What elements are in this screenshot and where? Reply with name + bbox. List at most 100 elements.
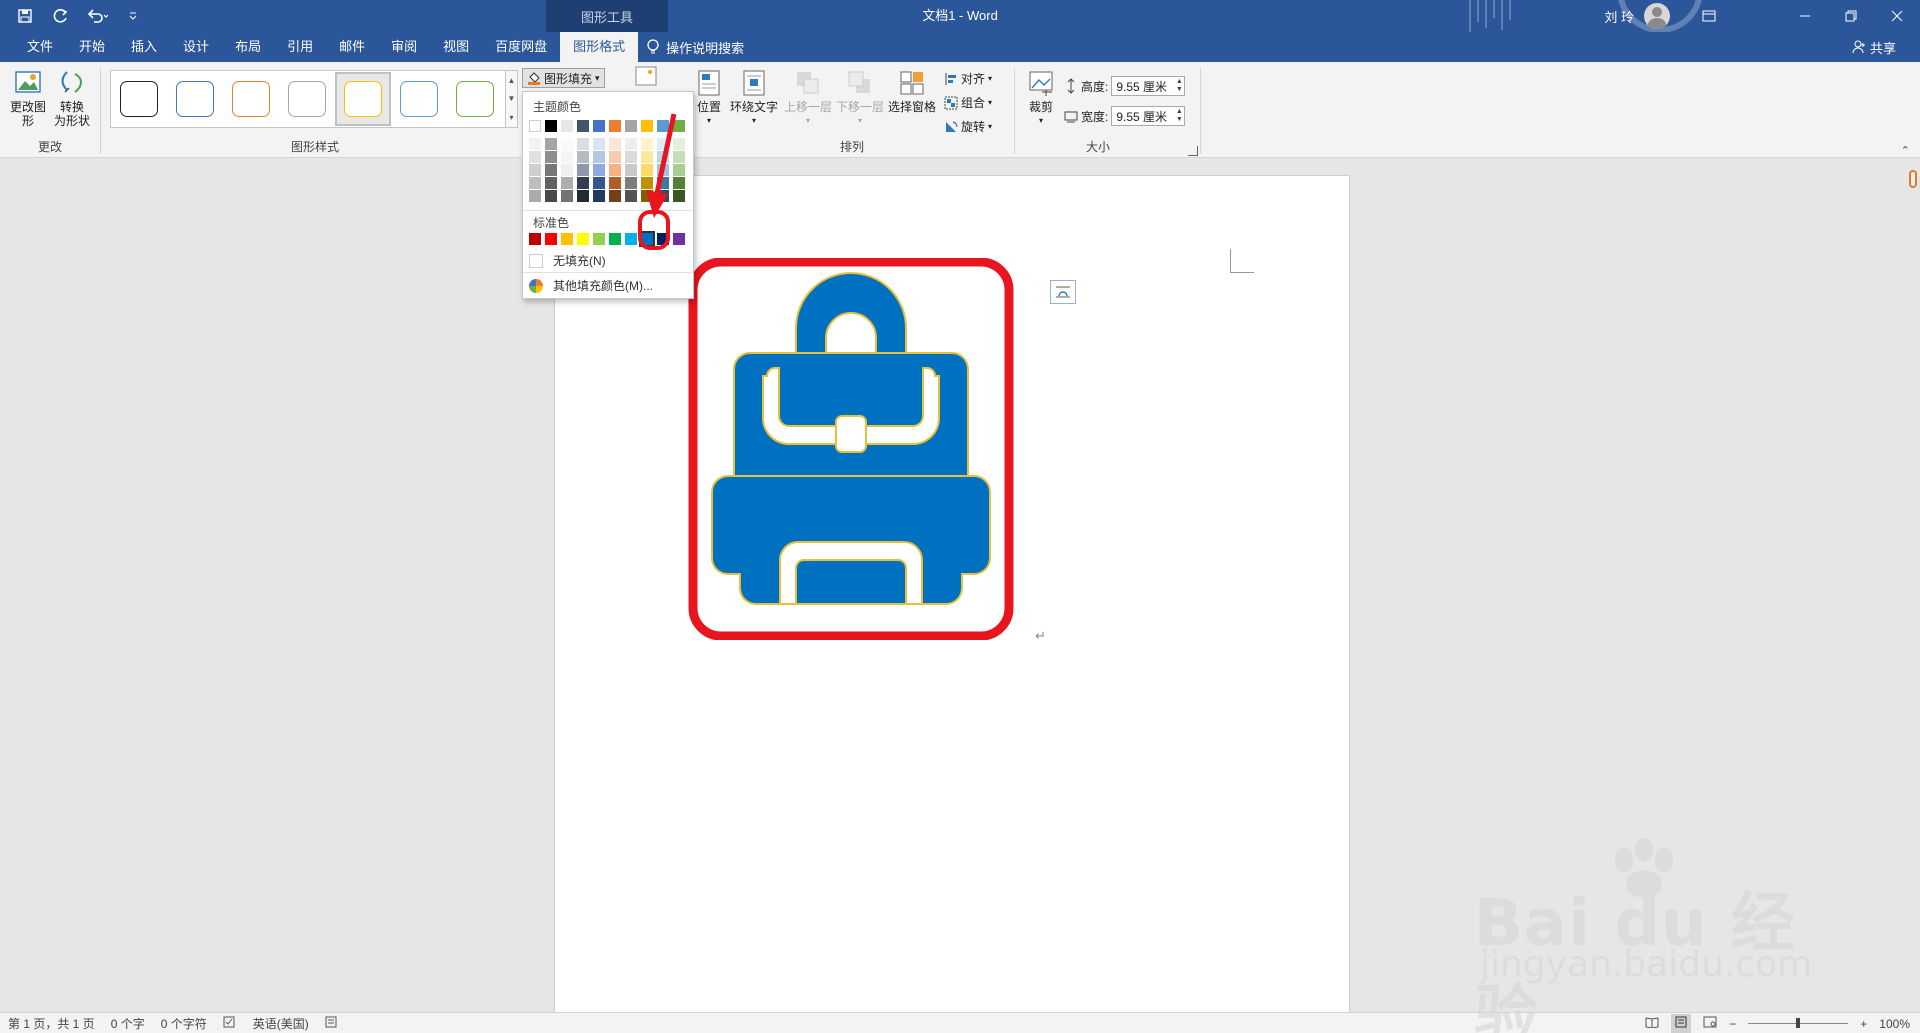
- theme-shade-swatch[interactable]: [609, 151, 621, 163]
- shape-styles-gallery[interactable]: [110, 70, 506, 128]
- tab-layout[interactable]: 布局: [222, 32, 274, 62]
- shape-style-swatch[interactable]: [111, 72, 167, 126]
- shape-fill-button[interactable]: 图形填充 ▾: [522, 68, 605, 88]
- tab-review[interactable]: 审阅: [378, 32, 430, 62]
- scrollbar-thumb[interactable]: [1909, 170, 1917, 188]
- share-button[interactable]: 共享: [1852, 32, 1896, 62]
- theme-shade-swatch[interactable]: [529, 138, 541, 150]
- group-button[interactable]: 组合 ▾: [944, 94, 992, 111]
- theme-color-swatch[interactable]: [593, 120, 605, 132]
- theme-shade-swatch[interactable]: [609, 164, 621, 176]
- theme-shade-swatch[interactable]: [577, 164, 589, 176]
- theme-color-swatch[interactable]: [529, 120, 541, 132]
- restore-icon[interactable]: [1828, 0, 1874, 32]
- selection-pane-button[interactable]: 选择窗格: [886, 68, 938, 114]
- theme-shade-swatch[interactable]: [529, 164, 541, 176]
- theme-color-swatch[interactable]: [577, 120, 589, 132]
- theme-shade-swatch[interactable]: [609, 177, 621, 189]
- tab-references[interactable]: 引用: [274, 32, 326, 62]
- rotate-button[interactable]: 旋转 ▾: [944, 118, 992, 135]
- layout-options-icon[interactable]: [1050, 280, 1076, 304]
- theme-shade-swatch[interactable]: [545, 164, 557, 176]
- page-count[interactable]: 第 1 页，共 1 页: [8, 1015, 95, 1032]
- theme-shade-swatch[interactable]: [545, 151, 557, 163]
- theme-shade-swatch[interactable]: [593, 177, 605, 189]
- convert-to-shape-button[interactable]: 转换 为形状: [50, 68, 94, 128]
- position-button[interactable]: 位置 ▾: [692, 68, 726, 128]
- theme-shade-swatch[interactable]: [529, 151, 541, 163]
- char-count[interactable]: 0 个字符: [161, 1015, 207, 1032]
- theme-shade-swatch[interactable]: [545, 138, 557, 150]
- language-indicator[interactable]: 英语(美国): [253, 1015, 309, 1032]
- tab-home[interactable]: 开始: [66, 32, 118, 62]
- theme-color-swatch[interactable]: [609, 120, 621, 132]
- theme-shade-swatch[interactable]: [529, 190, 541, 202]
- minimize-icon[interactable]: [1782, 0, 1828, 32]
- backpack-graphic[interactable]: [688, 258, 1014, 640]
- tab-insert[interactable]: 插入: [118, 32, 170, 62]
- standard-color-swatch[interactable]: [593, 233, 605, 245]
- shape-style-swatch[interactable]: [279, 72, 335, 126]
- theme-shade-swatch[interactable]: [577, 177, 589, 189]
- zoom-level[interactable]: 100%: [1879, 1017, 1910, 1031]
- theme-shade-swatch[interactable]: [577, 151, 589, 163]
- macro-record-icon[interactable]: [325, 1016, 337, 1031]
- standard-color-swatch[interactable]: [545, 233, 557, 245]
- align-button[interactable]: 对齐 ▾: [944, 70, 992, 87]
- shape-style-swatch[interactable]: [447, 72, 503, 126]
- theme-shade-swatch[interactable]: [609, 138, 621, 150]
- theme-color-swatch[interactable]: [561, 120, 573, 132]
- theme-color-swatch[interactable]: [545, 120, 557, 132]
- height-input[interactable]: 9.55 厘米 ▲ ▼: [1111, 76, 1186, 96]
- proofing-icon[interactable]: [223, 1016, 237, 1031]
- theme-shade-swatch[interactable]: [529, 177, 541, 189]
- tab-file[interactable]: 文件: [14, 32, 66, 62]
- no-fill-option[interactable]: 无填充(N): [529, 252, 606, 269]
- theme-shade-swatch[interactable]: [561, 151, 573, 163]
- collapse-ribbon-icon[interactable]: ⌃: [1901, 144, 1910, 157]
- gallery-scroll[interactable]: ▲ ▼ ▾: [506, 70, 518, 128]
- save-icon[interactable]: [14, 5, 36, 27]
- ribbon-display-options-icon[interactable]: [1698, 5, 1720, 27]
- alt-text-button[interactable]: [634, 66, 658, 88]
- theme-shade-swatch[interactable]: [545, 177, 557, 189]
- height-spinner[interactable]: ▲ ▼: [1174, 78, 1184, 94]
- theme-shade-swatch[interactable]: [593, 190, 605, 202]
- tell-me-search[interactable]: 操作说明搜索: [646, 38, 744, 57]
- change-image-button[interactable]: 更改图 形: [8, 68, 48, 128]
- theme-shade-swatch[interactable]: [545, 190, 557, 202]
- zoom-in-icon[interactable]: +: [1860, 1017, 1867, 1031]
- theme-shade-swatch[interactable]: [577, 138, 589, 150]
- standard-color-swatch[interactable]: [609, 233, 621, 245]
- vertical-scrollbar[interactable]: [1904, 158, 1920, 1012]
- theme-shade-swatch[interactable]: [561, 138, 573, 150]
- gallery-more-icon[interactable]: ▾: [509, 113, 513, 122]
- close-icon[interactable]: [1874, 0, 1920, 32]
- user-area[interactable]: 刘 玲: [1604, 0, 1720, 32]
- chevron-up-icon[interactable]: ▲: [508, 76, 516, 85]
- standard-color-swatch[interactable]: [529, 233, 541, 245]
- avatar[interactable]: [1644, 3, 1670, 29]
- redo-icon[interactable]: [50, 5, 72, 27]
- shape-style-swatch[interactable]: [223, 72, 279, 126]
- shape-style-swatch[interactable]: [167, 72, 223, 126]
- theme-shade-swatch[interactable]: [593, 151, 605, 163]
- word-count[interactable]: 0 个字: [111, 1015, 145, 1032]
- tab-baidu-netdisk[interactable]: 百度网盘: [482, 32, 560, 62]
- send-backward-button[interactable]: 下移一层 ▾: [834, 68, 886, 128]
- theme-shade-swatch[interactable]: [561, 164, 573, 176]
- theme-shade-swatch[interactable]: [561, 190, 573, 202]
- width-input[interactable]: 9.55 厘米 ▲ ▼: [1111, 106, 1186, 126]
- shape-style-swatch[interactable]: [335, 72, 391, 126]
- theme-shade-swatch[interactable]: [609, 190, 621, 202]
- customize-qat-icon[interactable]: [122, 5, 144, 27]
- tab-view[interactable]: 视图: [430, 32, 482, 62]
- more-fill-colors-option[interactable]: 其他填充颜色(M)...: [529, 277, 653, 294]
- theme-shade-swatch[interactable]: [561, 177, 573, 189]
- theme-shade-swatch[interactable]: [593, 138, 605, 150]
- tab-mailings[interactable]: 邮件: [326, 32, 378, 62]
- size-dialog-launcher-icon[interactable]: [1188, 146, 1198, 156]
- tab-design[interactable]: 设计: [170, 32, 222, 62]
- width-spinner[interactable]: ▲ ▼: [1174, 108, 1184, 124]
- shape-style-swatch[interactable]: [391, 72, 447, 126]
